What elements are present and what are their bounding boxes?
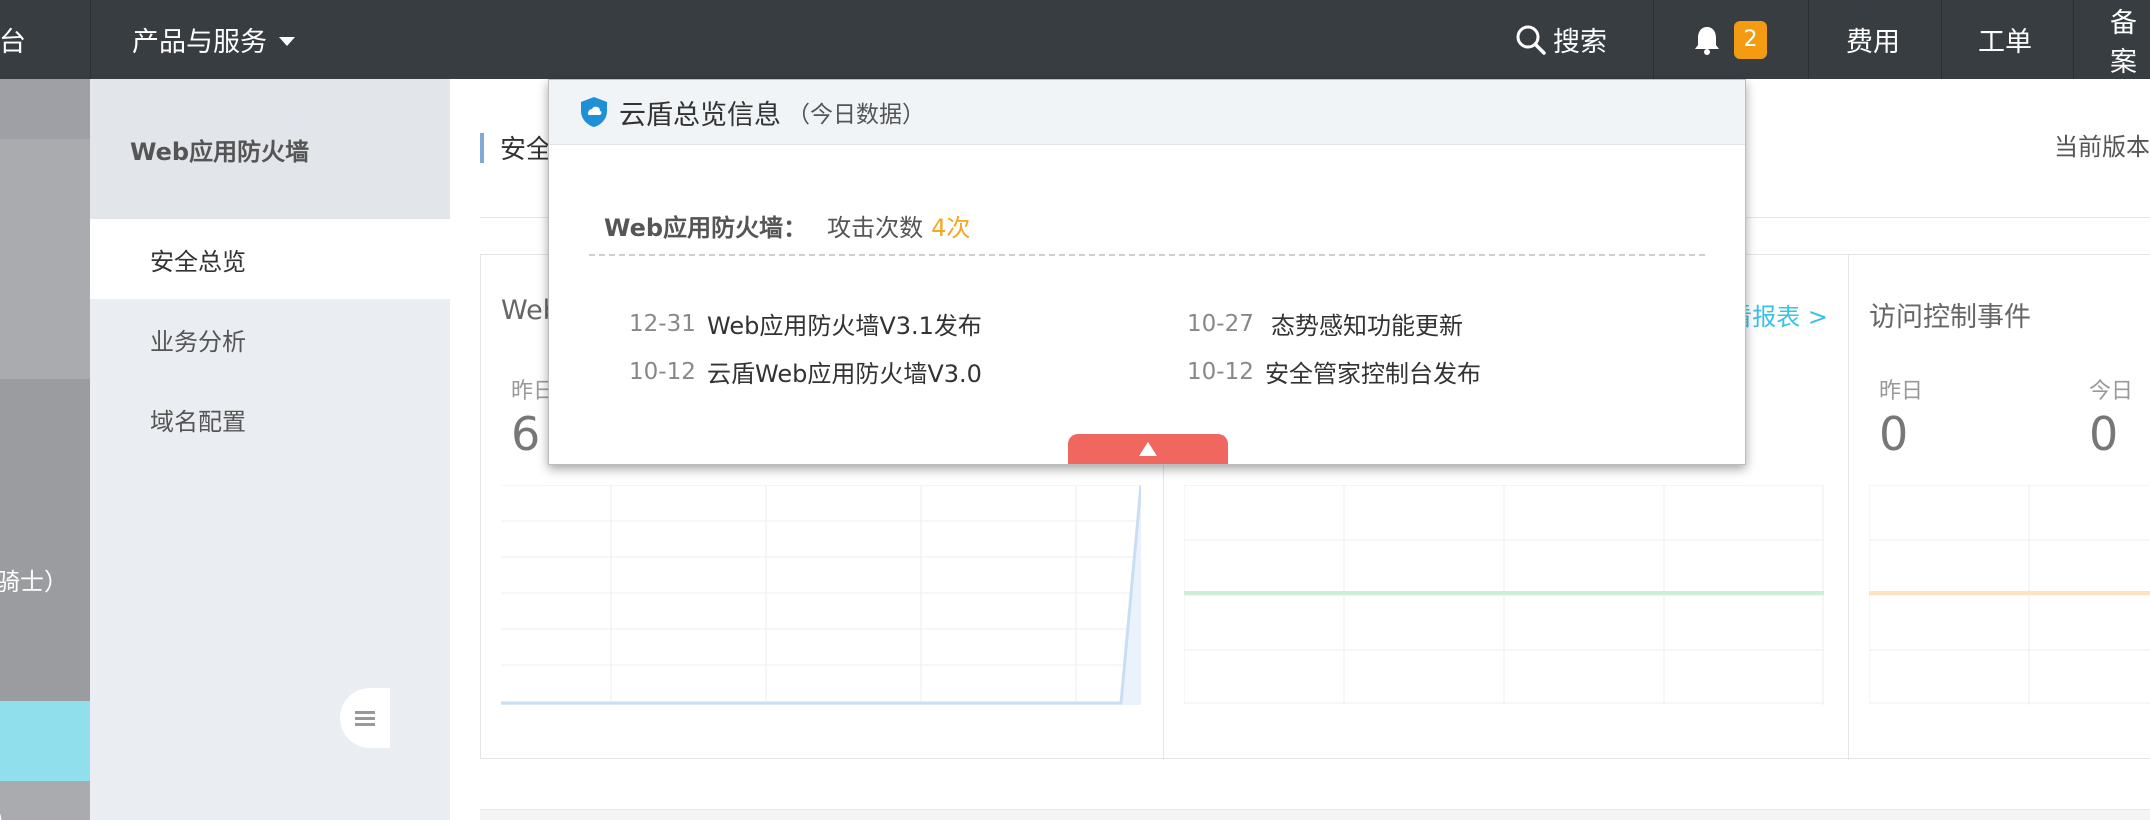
news-title: Web应用防火墙V3.1发布 [707,312,982,340]
security-overview-popup: 云盾总览信息 （今日数据） Web应用防火墙： 攻击次数 4次 12-31 We… [548,79,1746,465]
version-label: 当前版本 [2054,133,2150,161]
waf-sidebar: Web应用防火墙 安全总览 业务分析 域名配置 [90,79,450,820]
news-date: 12-31 [629,310,696,337]
attack-trend-chart [501,484,1143,705]
yesterday-value: 6 [511,407,541,461]
stat-value: 4次 [931,214,971,242]
yesterday-label: 昨日 [1879,379,1924,404]
product-sidebar: 骑士） ） [0,79,90,820]
access-control-chart [1868,484,2150,705]
news-item[interactable]: 10-12 安全管家控制台发布 [1187,354,1481,389]
bell-icon [1694,25,1720,55]
popup-title: 云盾总览信息 [619,99,781,131]
products-services-menu[interactable]: 产品与服务 [132,0,295,79]
news-date: 10-12 [1187,358,1254,385]
divider [589,254,1705,256]
yesterday-value: 0 [1879,407,1909,461]
beian-label: 备案 [2110,7,2137,78]
news-title: 安全管家控制台发布 [1265,360,1481,388]
console-link[interactable]: 制台 [0,0,26,79]
sidebar-item-domain-config[interactable]: 域名配置 [90,379,450,459]
news-item[interactable]: 10-27 态势感知功能更新 [1187,306,1463,341]
news-date: 10-27 [1187,310,1254,337]
beian-menu[interactable]: 备案 [2110,0,2150,79]
popup-header: 云盾总览信息 （今日数据） [549,80,1745,145]
collapse-popup-button[interactable] [1068,434,1228,464]
top-navigation-bar: 制台 产品与服务 搜索 2 费用 工单 备案 [0,0,2150,79]
today-value: 0 [2089,407,2119,461]
shield-icon [579,96,609,128]
access-control-card: 访问控制事件 昨日 0 今日 0 [1849,255,2150,760]
card-title: 访问控制事件 [1869,302,2031,333]
products-label: 产品与服务 [132,27,267,58]
fees-label: 费用 [1846,27,1900,58]
sidebar-title: Web应用防火墙 [90,79,450,219]
news-title: 云盾Web应用防火墙V3.0 [707,360,982,388]
console-label: 制台 [0,27,26,58]
news-title: 态势感知功能更新 [1271,312,1463,340]
stat-key: Web应用防火墙： [604,214,808,242]
news-item[interactable]: 10-12 云盾Web应用防火墙V3.0 [629,354,982,389]
chevron-up-icon [1139,442,1157,456]
collapse-icon [355,708,375,729]
notification-count-badge: 2 [1734,20,1767,59]
search-button[interactable]: 搜索 [1515,0,1607,79]
sidebar-item-label[interactable]: ） [0,801,18,820]
today-label: 今日 [2089,379,2134,404]
search-label: 搜索 [1553,27,1607,58]
stat-label: 攻击次数 [827,214,924,242]
chevron-down-icon [279,37,295,46]
popup-subtitle: （今日数据） [787,102,925,128]
search-icon [1515,24,1547,56]
sidebar-item-label[interactable]: 骑士） [0,562,68,597]
news-item[interactable]: 12-31 Web应用防火墙V3.1发布 [629,306,982,341]
ticket-label: 工单 [1978,27,2032,58]
sidebar-item-business-analysis[interactable]: 业务分析 [90,299,450,379]
fees-menu[interactable]: 费用 [1846,0,1900,79]
sidebar-item-overview[interactable]: 安全总览 [90,219,450,299]
notifications-button[interactable]: 2 [1694,0,1767,79]
ticket-menu[interactable]: 工单 [1978,0,2032,79]
trend-chart [1183,484,1824,705]
sidebar-item-active[interactable] [0,701,90,781]
news-date: 10-12 [629,358,696,385]
attack-stat: Web应用防火墙： 攻击次数 4次 [604,208,970,243]
